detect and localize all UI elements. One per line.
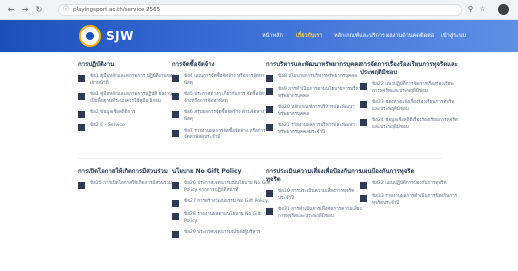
bullet-icon <box>78 75 85 82</box>
section-participation: การเปิดโอกาสให้เกิดการมีส่วนร่วม ข้อ25 ก… <box>78 168 176 194</box>
bullet-icon <box>78 111 85 119</box>
list-item[interactable]: ข้อ23 ช่องทางแจ้งเรื่องร้องเรียนการทุจริ… <box>360 100 458 113</box>
logo-emblem-icon[interactable] <box>79 25 101 47</box>
list-item[interactable]: ข้อ29 ประกาศเจตนารมณ์ของผู้บริหาร <box>172 230 270 239</box>
bullet-icon <box>266 190 273 197</box>
address-bar[interactable]: ⓘ playingsport.ac.th/service 2565 <box>58 4 462 16</box>
menu-works[interactable]: ผลงานด้านคด <box>386 32 420 40</box>
back-icon[interactable]: ← <box>6 5 16 15</box>
bullet-icon <box>360 119 367 127</box>
bullet-icon <box>172 111 179 119</box>
list-item[interactable]: ข้อ21 รายงานผลการบริหารและพัฒนาทรัพยากรบ… <box>266 123 364 136</box>
site-header: SJW หน้าหลัก เกี่ยวกับเรา หลักเกณฑ์และบร… <box>0 20 518 52</box>
bullet-icon <box>360 101 367 109</box>
bullet-icon <box>266 106 273 114</box>
section-no-gift-policy: นโยบาย No Gift Policy ข้อ26 ประกาศเจตนาร… <box>172 168 270 243</box>
list-item[interactable]: ข้อ2 E - Service <box>78 123 176 132</box>
bullet-icon <box>172 182 179 189</box>
bullet-icon <box>266 88 273 95</box>
list-item[interactable]: ข้อ9 การดำเนินการตามนโยบายการบริหารทรัพย… <box>266 87 364 100</box>
section-title: การจัดการเรื่องร้องเรียนการทุจริตและประพ… <box>360 61 458 76</box>
section-title: แผนป้องกันการทุจริต <box>360 168 415 175</box>
bullet-icon <box>172 231 179 239</box>
section-divider <box>78 158 442 159</box>
bullet-icon <box>78 182 85 189</box>
section-title: การประเมินความเสี่ยงเพื่อป้องกันการทุจริ… <box>266 168 362 183</box>
list-item[interactable]: ข้อ31 การดำเนินการเพื่อจัดการความเสี่ยงก… <box>266 207 364 220</box>
bullet-icon <box>78 93 85 101</box>
bullet-icon <box>360 195 367 202</box>
bullet-icon <box>172 129 179 137</box>
section-procurement: การจัดซื้อจัดจ้าง ข้อ4 แผนการจัดซื้อจัดจ… <box>172 61 270 147</box>
bullet-icon <box>78 124 85 132</box>
menu-about[interactable]: เกี่ยวกับเรา <box>296 32 322 40</box>
bullet-icon <box>172 93 179 101</box>
section-hr: การบริหารและพัฒนาทรัพยากรบุคคล ข้อ8 นโยบ… <box>266 61 364 142</box>
list-item[interactable]: ข้อ4 แผนการจัดซื้อจัดจ้าง หรือการจัดหาพั… <box>172 74 270 87</box>
section-anticorruption-plan: แผนป้องกันการทุจริต ข้อ32 แผนปฏิบัติการป… <box>360 168 458 212</box>
section-title: การปฏิบัติงาน <box>78 61 115 68</box>
bullet-icon <box>266 208 273 216</box>
section-title: การเปิดโอกาสให้เกิดการมีส่วนร่วม <box>78 168 168 175</box>
list-item[interactable]: ข้อ24 ข้อมูลเชิงสถิติเรื่องร้องเรียนการท… <box>360 118 458 131</box>
menu-login[interactable]: เข้าสู่ระบบ <box>441 32 466 40</box>
menu-services[interactable]: หลักเกณฑ์และบริการ <box>334 32 385 40</box>
section-title: การจัดซื้อจัดจ้าง <box>172 61 215 68</box>
section-operations: การปฏิบัติงาน ข้อ1 คู่มือหลักและสภาพการ … <box>78 61 176 136</box>
bullet-icon <box>266 75 273 82</box>
menu-contact[interactable]: ติดต่อ <box>420 32 434 40</box>
list-item[interactable]: ข้อ1 คู่มือหลักและสภาพการปฏิบัติ ผลงานเป… <box>78 92 176 105</box>
list-item[interactable]: ข้อ6 สรุปผลการจัดซื้อจัดจ้าง ด้านจัดหางา… <box>172 110 270 123</box>
section-title: การบริหารและพัฒนาทรัพยากรบุคคล <box>266 61 362 68</box>
list-item[interactable]: ข้อ22 แนวปฏิบัติการจัดการเรื่องร้องเรียน… <box>360 82 458 95</box>
section-risk-assessment: การประเมินความเสี่ยงเพื่อป้องกันการทุจริ… <box>266 168 364 225</box>
list-item[interactable]: ข้อ5 ประกาศต่างๆ เกี่ยวกับการ จัดซื้อจัด… <box>172 92 270 105</box>
logo-text[interactable]: SJW <box>106 29 134 43</box>
profile-avatar[interactable] <box>498 4 509 15</box>
list-item[interactable]: ข้อ8 นโยบายการบริหารทรัพยากรบุคคล <box>266 74 364 82</box>
list-item[interactable]: ข้อ2 ข้อมูลเชิงสถิติการ <box>78 110 176 119</box>
forward-icon[interactable]: → <box>20 5 30 15</box>
site-info-icon[interactable]: ⓘ <box>63 6 71 14</box>
list-item[interactable]: ข้อ32 แผนปฏิบัติการป้องกันการทุจริต <box>360 181 458 189</box>
bullet-icon <box>172 200 179 208</box>
list-item[interactable]: ข้อ1 คู่มือหลักและสภาพการ ปฏิบัติงานของเ… <box>78 74 176 87</box>
browser-toolbar: ← → ↻ ⓘ playingsport.ac.th/service 2565 … <box>0 0 518 20</box>
list-item[interactable]: ข้อ26 ประกาศเจตนารมณ์นโยบาย No Gift Poli… <box>172 181 270 194</box>
list-item[interactable]: ข้อ7 รายงานผลการจัดซื้อจัดจ้าง หรือการจั… <box>172 129 270 142</box>
section-title: นโยบาย No Gift Policy <box>172 168 242 175</box>
list-item[interactable]: ข้อ25 การเปิดโอกาสให้เกิดการมีส่วนร่วม <box>78 181 176 189</box>
bullet-icon <box>172 75 179 82</box>
list-item[interactable]: ข้อ20 หลักเกณฑ์การบริหารและพัฒนาทรัพยากร… <box>266 105 364 118</box>
list-item[interactable]: ข้อ28 รายงานผลตามนโยบาย No Gift Policy <box>172 212 270 225</box>
list-item[interactable]: ข้อ33 รายงานผลการดำเนินการป้องกันการทุจร… <box>360 194 458 207</box>
bullet-icon <box>360 182 367 189</box>
section-complaints: การจัดการเรื่องร้องเรียนการทุจริตและประพ… <box>360 61 458 137</box>
menu-home[interactable]: หน้าหลัก <box>262 32 283 40</box>
bullet-icon <box>172 213 179 221</box>
bookmark-star-icon[interactable]: ☆ <box>478 5 487 14</box>
zoom-icon[interactable]: ⚲ <box>466 5 475 14</box>
list-item[interactable]: ข้อ30 การประเมินความเสี่ยงการทุจริตประจำ… <box>266 189 364 202</box>
reload-icon[interactable]: ↻ <box>34 5 44 15</box>
list-item[interactable]: ข้อ27 การสร้างวัฒนธรรม No Gift Policy <box>172 199 270 208</box>
bullet-icon <box>360 83 367 90</box>
bullet-icon <box>266 124 273 132</box>
url-text: playingsport.ac.th/service 2565 <box>73 7 161 13</box>
